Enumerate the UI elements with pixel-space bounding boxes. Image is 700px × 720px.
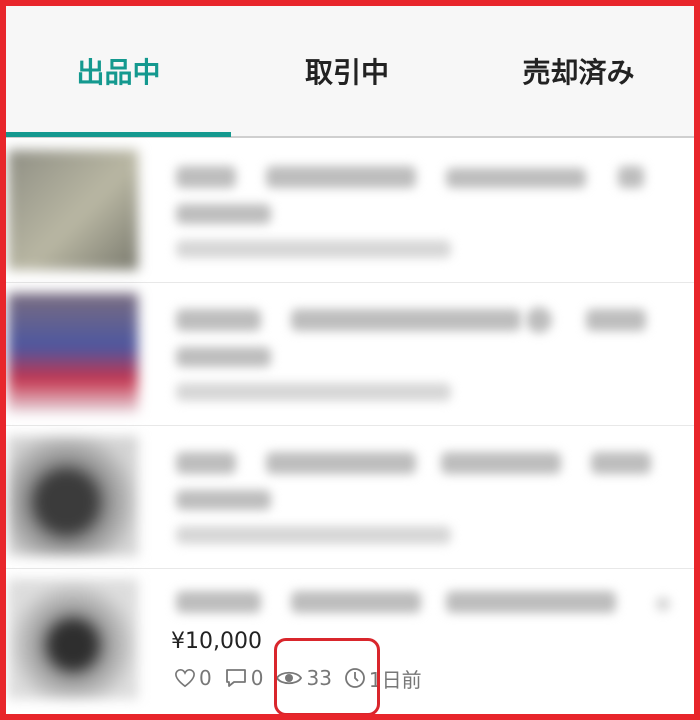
- blurred-title: [291, 591, 421, 613]
- comments-count[interactable]: 0: [224, 666, 264, 690]
- list-item[interactable]: [6, 140, 694, 283]
- tab-sold[interactable]: 売却済み: [463, 6, 694, 136]
- blurred-price: [176, 490, 271, 510]
- blurred-title: [176, 309, 261, 331]
- blurred-title: [176, 591, 261, 613]
- blurred-title: [291, 309, 521, 331]
- blurred-title: [266, 452, 416, 474]
- blurred-meta: [176, 383, 451, 401]
- screenshot-frame: 出品中 取引中 売却済み ¥10,000 0 0 33 1日前: [0, 0, 700, 720]
- blurred-title: [618, 166, 644, 188]
- item-thumbnail: [8, 293, 138, 413]
- blurred-title: [446, 168, 586, 188]
- blurred-meta: [176, 526, 451, 544]
- blurred-title: [591, 452, 651, 474]
- list-item[interactable]: [6, 426, 694, 569]
- comments-value: 0: [250, 666, 264, 690]
- item-price: ¥10,000: [171, 629, 262, 654]
- blurred-title: [441, 452, 561, 474]
- blurred-title: [586, 309, 646, 331]
- comment-icon: [224, 667, 248, 689]
- blurred-title: [526, 307, 552, 333]
- item-thumbnail: [8, 150, 138, 270]
- blurred-title: [446, 591, 616, 613]
- likes-count[interactable]: 0: [174, 666, 212, 690]
- views-highlight-box: [274, 638, 380, 714]
- likes-value: 0: [199, 666, 212, 690]
- tab-trading[interactable]: 取引中: [231, 6, 463, 136]
- blurred-meta: [176, 240, 451, 258]
- item-thumbnail: [8, 579, 138, 699]
- blurred-price: [176, 347, 271, 367]
- blurred-title: [176, 166, 236, 188]
- heart-icon: [174, 668, 196, 688]
- active-tab-indicator: [6, 132, 231, 137]
- blurred-price: [176, 204, 271, 224]
- item-thumbnail: [8, 436, 138, 556]
- tab-listing[interactable]: 出品中: [6, 6, 231, 136]
- listing-list: ¥10,000 0 0 33 1日前: [6, 140, 694, 712]
- blurred-title: [266, 166, 416, 188]
- list-item[interactable]: [6, 283, 694, 426]
- blurred-title: [176, 452, 236, 474]
- tab-bar: 出品中 取引中 売却済み: [6, 6, 694, 138]
- blurred-title: [656, 597, 670, 611]
